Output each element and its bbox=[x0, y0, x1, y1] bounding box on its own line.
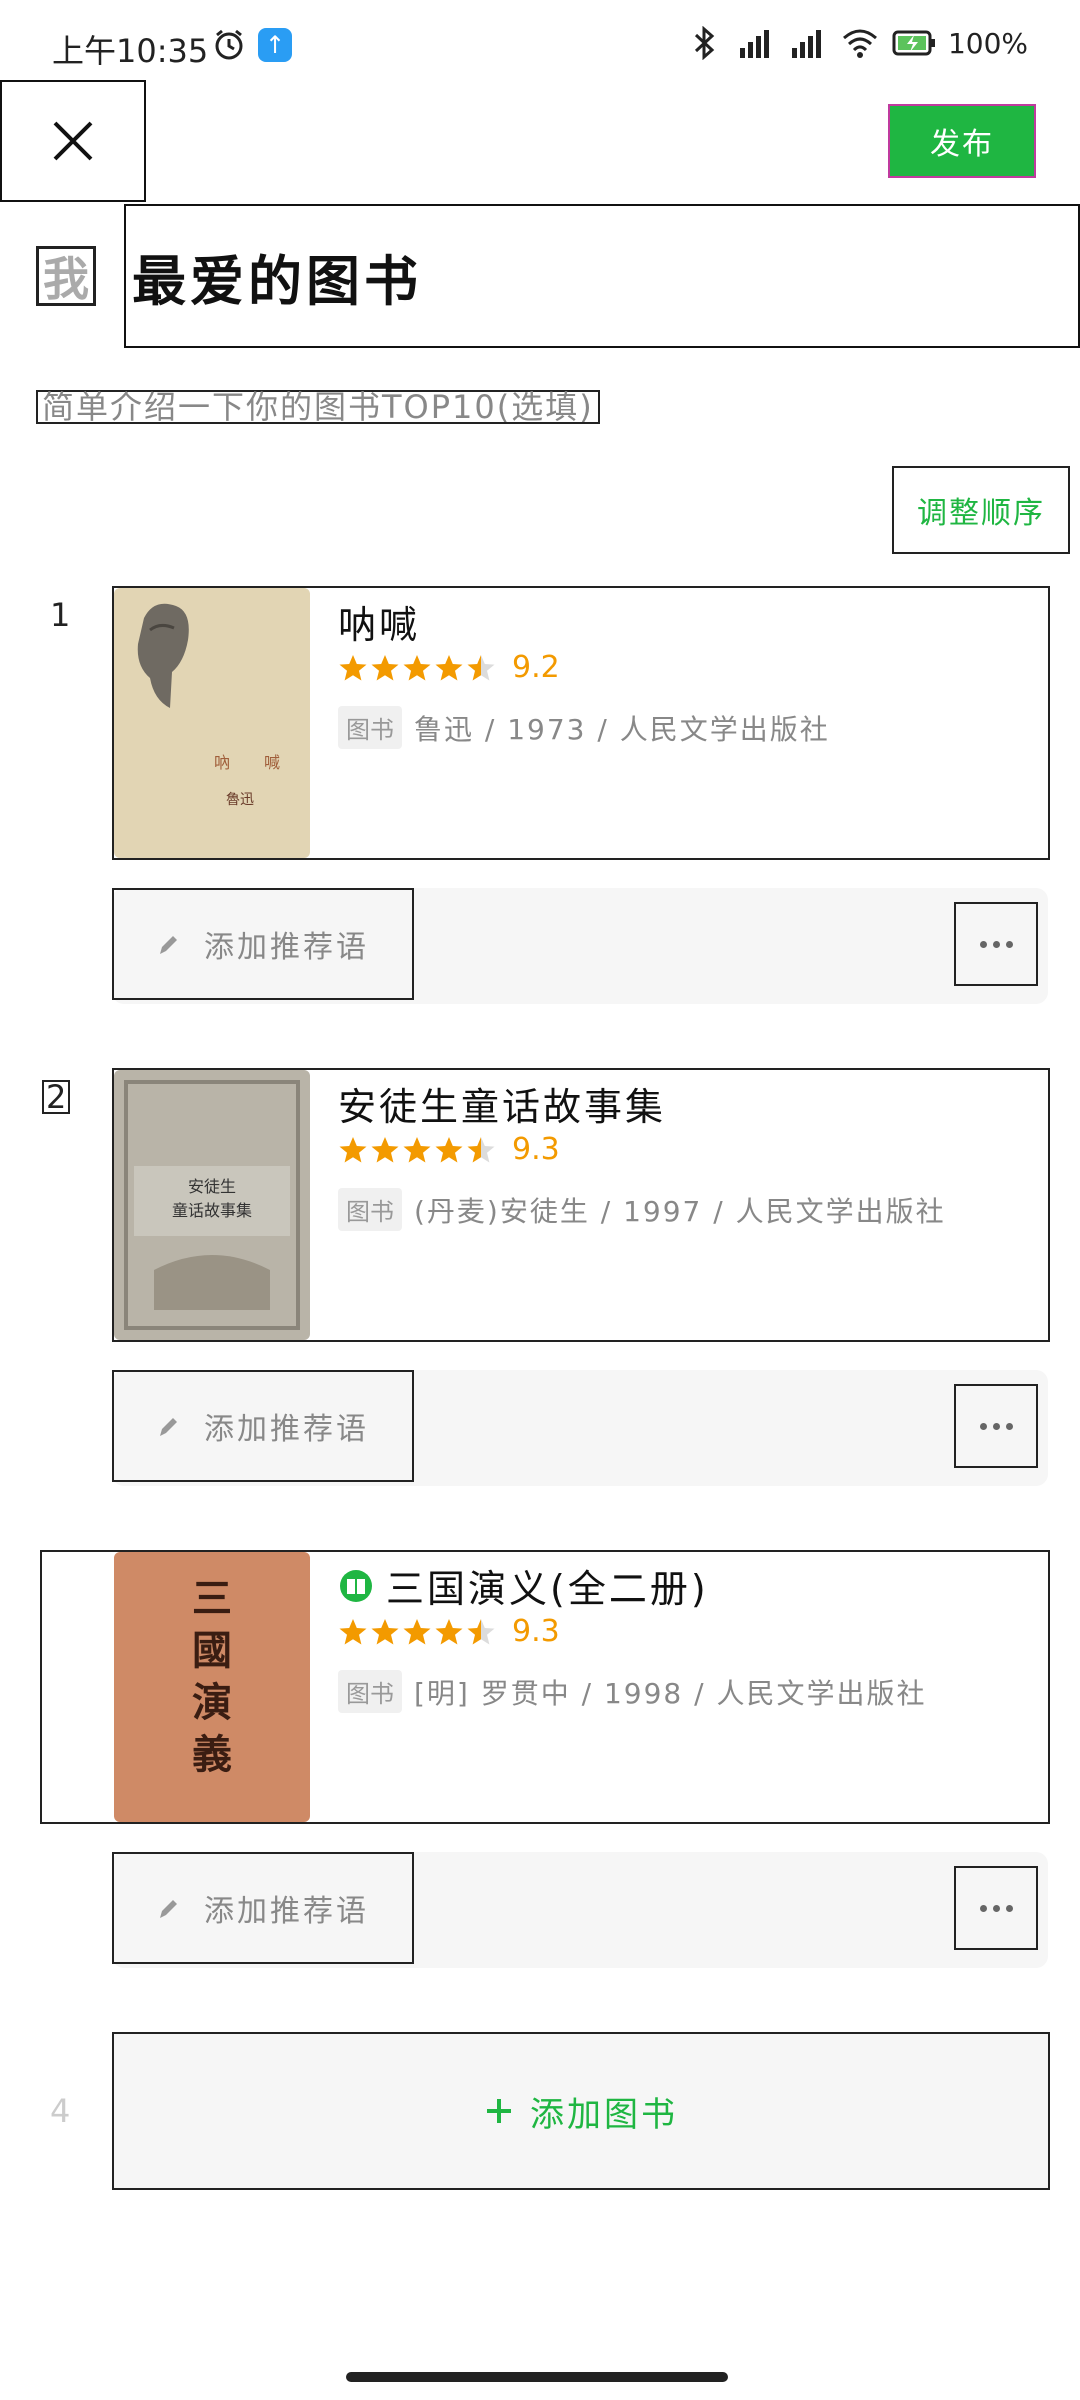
bluetooth-icon bbox=[694, 26, 715, 60]
rating-score: 9.2 bbox=[512, 650, 560, 685]
book-cover: 吶 喊 魯迅 bbox=[114, 588, 310, 858]
intro-input[interactable]: 简单介绍一下你的图书TOP10(选填) bbox=[36, 390, 600, 424]
star-half-icon bbox=[467, 1136, 495, 1162]
book-title-text: 呐喊 bbox=[338, 603, 421, 647]
svg-text:喊: 喊 bbox=[264, 753, 280, 772]
more-icon bbox=[979, 940, 987, 948]
signal-icon bbox=[739, 30, 769, 58]
book-meta: (丹麦)安徒生 / 1997 / 人民文学出版社 bbox=[414, 1194, 946, 1228]
category-tag: 图书 bbox=[338, 1188, 402, 1231]
rating-row: 9.2 bbox=[338, 650, 560, 685]
star-half-icon bbox=[467, 1618, 495, 1644]
battery-percent: 100% bbox=[947, 26, 1028, 60]
star-icon bbox=[403, 654, 431, 680]
star-icon bbox=[435, 1136, 463, 1162]
svg-text:國: 國 bbox=[192, 1628, 232, 1674]
more-button[interactable] bbox=[954, 902, 1038, 986]
rating-row: 9.3 bbox=[338, 1614, 560, 1649]
star-icon bbox=[371, 1136, 399, 1162]
next-rank-number: 4 bbox=[50, 2092, 71, 2130]
more-button[interactable] bbox=[954, 1384, 1038, 1468]
rank-number: 2 bbox=[42, 1080, 71, 1114]
recommend-bar: 添加推荐语 bbox=[112, 1370, 1048, 1486]
pencil-icon bbox=[160, 1418, 177, 1436]
close-button[interactable] bbox=[0, 80, 146, 202]
book-title-text: 安徒生童话故事集 bbox=[338, 1085, 667, 1129]
alarm-icon bbox=[215, 29, 243, 60]
recommend-bar: 添加推荐语 bbox=[112, 888, 1048, 1004]
pencil-icon bbox=[160, 936, 177, 954]
category-tag: 图书 bbox=[338, 706, 402, 749]
add-recommendation-label: 添加推荐语 bbox=[204, 930, 369, 965]
status-right: 100% bbox=[684, 26, 1028, 60]
star-icon bbox=[371, 654, 399, 680]
upload-icon: ↑ bbox=[258, 28, 292, 62]
rank-number: 1 bbox=[50, 596, 71, 634]
close-icon bbox=[53, 121, 93, 161]
add-book-button[interactable]: 添加图书 bbox=[112, 2032, 1050, 2190]
book-title: 安徒生童话故事集 bbox=[338, 1076, 666, 1131]
battery-icon bbox=[892, 30, 935, 56]
rating-score: 9.3 bbox=[512, 1614, 560, 1649]
status-bar: 上午10:35 ↑ 100% bbox=[0, 0, 1080, 92]
svg-text:演: 演 bbox=[192, 1680, 232, 1726]
add-book-label: 添加图书 bbox=[530, 2094, 678, 2135]
svg-text:安徒生: 安徒生 bbox=[188, 1177, 236, 1196]
rating-row: 9.3 bbox=[338, 1132, 560, 1167]
svg-text:吶: 吶 bbox=[214, 753, 230, 772]
status-time: 上午10:35 bbox=[52, 32, 209, 70]
add-recommendation-button[interactable]: 添加推荐语 bbox=[112, 888, 414, 1000]
book-title-text: 三国演义(全二册) bbox=[386, 1567, 709, 1611]
add-recommendation-button[interactable]: 添加推荐语 bbox=[112, 1370, 414, 1482]
book-card[interactable]: 安徒生 童话故事集 安徒生童话故事集 9.3 图书 (丹麦)安徒生 / 1997… bbox=[112, 1068, 1050, 1342]
star-icon bbox=[435, 1618, 463, 1644]
book-meta: [明] 罗贯中 / 1998 / 人民文学出版社 bbox=[414, 1676, 927, 1710]
rating-score: 9.3 bbox=[512, 1132, 560, 1167]
svg-text:義: 義 bbox=[192, 1732, 232, 1778]
star-half-icon bbox=[467, 654, 495, 680]
more-icon bbox=[979, 1904, 987, 1912]
add-recommendation-label: 添加推荐语 bbox=[204, 1894, 369, 1929]
more-icon bbox=[979, 1422, 987, 1430]
book-cover: 三 國 演 義 bbox=[114, 1552, 310, 1822]
wifi-icon bbox=[842, 29, 877, 58]
book-title: 呐喊 bbox=[338, 594, 420, 649]
more-button[interactable] bbox=[954, 1866, 1038, 1950]
book-card[interactable]: 三 國 演 義 三国演义(全二册) 9.3 图书 [明] 罗贯中 / 1998 … bbox=[40, 1550, 1050, 1824]
book-meta: 鲁迅 / 1973 / 人民文学出版社 bbox=[414, 712, 830, 746]
star-rating bbox=[338, 653, 496, 683]
book-meta-row: 图书 鲁迅 / 1973 / 人民文学出版社 bbox=[338, 706, 830, 749]
ebook-icon bbox=[340, 1569, 372, 1602]
svg-text:童话故事集: 童话故事集 bbox=[172, 1201, 252, 1220]
book-cover: 安徒生 童话故事集 bbox=[114, 1070, 310, 1340]
pencil-icon bbox=[160, 1900, 177, 1918]
book-title: 三国演义(全二册) bbox=[338, 1558, 709, 1613]
book-meta-row: 图书 [明] 罗贯中 / 1998 / 人民文学出版社 bbox=[338, 1670, 926, 1713]
plus-icon bbox=[487, 2099, 511, 2123]
signal-icon bbox=[791, 30, 821, 58]
recommend-bar: 添加推荐语 bbox=[112, 1852, 1048, 1968]
avatar[interactable]: 我 bbox=[36, 246, 96, 306]
page-title: 最爱的图书 bbox=[132, 249, 422, 313]
star-rating bbox=[338, 1135, 496, 1165]
add-recommendation-button[interactable]: 添加推荐语 bbox=[112, 1852, 414, 1964]
star-icon bbox=[339, 1136, 367, 1162]
category-tag: 图书 bbox=[338, 1670, 402, 1713]
book-meta-row: 图书 (丹麦)安徒生 / 1997 / 人民文学出版社 bbox=[338, 1188, 946, 1231]
star-icon bbox=[403, 1136, 431, 1162]
svg-text:魯迅: 魯迅 bbox=[226, 792, 254, 808]
home-indicator[interactable] bbox=[346, 2372, 728, 2382]
star-rating bbox=[338, 1617, 496, 1647]
star-icon bbox=[371, 1618, 399, 1644]
reorder-button[interactable]: 调整顺序 bbox=[892, 466, 1070, 554]
book-card[interactable]: 吶 喊 魯迅 呐喊 9.2 图书 鲁迅 / 1973 / 人民文学出版社 bbox=[112, 586, 1050, 860]
title-field[interactable]: 最爱的图书 bbox=[124, 204, 1080, 348]
star-icon bbox=[435, 654, 463, 680]
add-recommendation-label: 添加推荐语 bbox=[204, 1412, 369, 1447]
star-icon bbox=[339, 654, 367, 680]
svg-text:三: 三 bbox=[192, 1576, 232, 1622]
star-icon bbox=[339, 1618, 367, 1644]
star-icon bbox=[403, 1618, 431, 1644]
publish-button[interactable]: 发布 bbox=[888, 104, 1036, 178]
